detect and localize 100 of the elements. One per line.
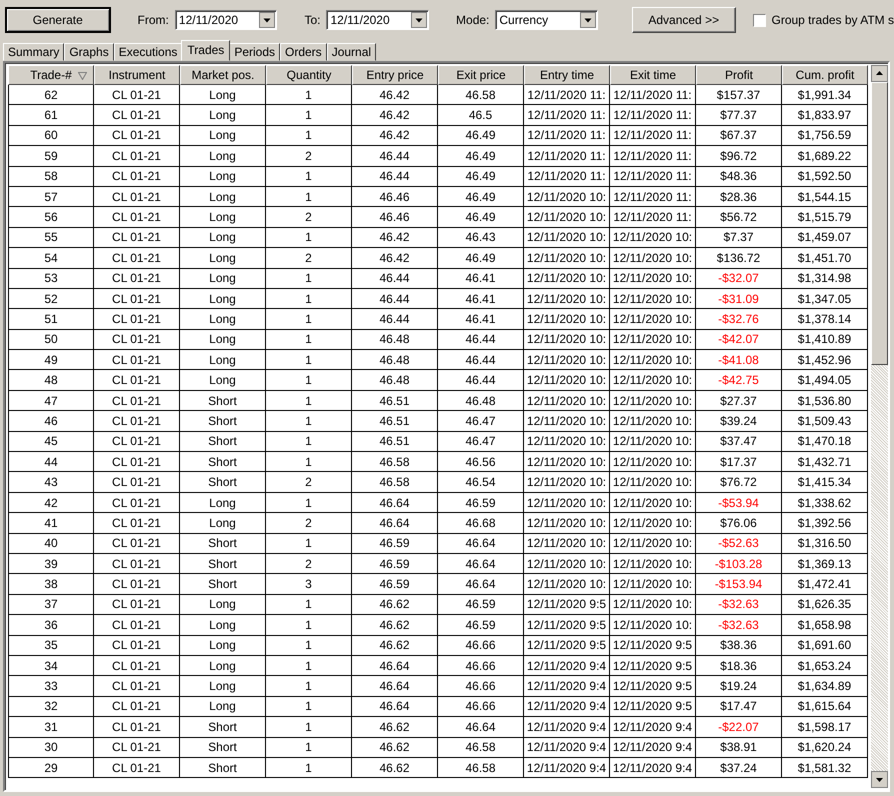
- table-cell: 12/11/2020 9:4: [524, 717, 610, 738]
- table-cell: $1,369.13: [782, 554, 868, 574]
- table-cell: 1: [266, 676, 352, 697]
- table-cell: $1,347.05: [782, 288, 868, 310]
- tab[interactable]: Graphs: [64, 43, 114, 61]
- table-cell: 46.59: [438, 492, 524, 514]
- table-cell: 12/11/2020 11:: [610, 105, 696, 126]
- table-cell: 46.49: [438, 186, 524, 208]
- column-header[interactable]: Entry time: [524, 65, 610, 85]
- table-cell: 1: [266, 696, 352, 718]
- tab[interactable]: Trades: [181, 40, 230, 61]
- column-header[interactable]: Quantity: [266, 65, 352, 85]
- vertical-scrollbar[interactable]: [871, 65, 888, 788]
- table-cell: 12/11/2020 9:5: [610, 676, 696, 697]
- table-cell: 1: [266, 105, 352, 126]
- table-cell: Long: [180, 594, 266, 616]
- table-cell: 12/11/2020 10:: [524, 554, 610, 574]
- table-cell: 12/11/2020 10:: [610, 554, 696, 574]
- column-header[interactable]: Exit time: [610, 65, 696, 85]
- scroll-thumb[interactable]: [871, 82, 888, 365]
- column-header[interactable]: Cum. profit: [782, 65, 868, 85]
- table-cell: 12/11/2020 10:: [524, 207, 610, 228]
- table-cell: $1,626.35: [782, 594, 868, 616]
- table-cell: 1: [266, 390, 352, 412]
- table-cell: $1,470.18: [782, 432, 868, 452]
- table-cell: 12/11/2020 9:5: [610, 656, 696, 676]
- tab[interactable]: Summary: [3, 43, 64, 61]
- table-cell: 12/11/2020 10:: [610, 492, 696, 514]
- table-cell: 2: [266, 146, 352, 167]
- table-cell: 1: [266, 330, 352, 350]
- table-cell: 12/11/2020 11:: [524, 146, 610, 167]
- table-cell: Short: [180, 717, 266, 738]
- table-cell: 59: [8, 146, 94, 167]
- checkbox[interactable]: [752, 14, 766, 26]
- table-cell: 46.59: [352, 534, 438, 554]
- tab[interactable]: Journal: [326, 43, 376, 61]
- table-cell: 12/11/2020 9:4: [610, 738, 696, 758]
- generate-button[interactable]: Generate: [5, 7, 111, 33]
- table-cell: 46.42: [352, 85, 438, 106]
- table-cell: 12/11/2020 10:: [610, 330, 696, 350]
- table-cell: Long: [180, 330, 266, 350]
- table-cell: 12/11/2020 10:: [610, 534, 696, 554]
- tab[interactable]: Orders: [280, 43, 327, 61]
- table-cell: 12/11/2020 9:5: [524, 594, 610, 616]
- table-cell: 46.42: [352, 248, 438, 269]
- column-header[interactable]: Market pos.: [180, 65, 266, 85]
- from-date-dropdown[interactable]: 12/11/2020: [174, 10, 278, 30]
- column-header[interactable]: Exit price: [438, 65, 524, 85]
- table-cell: $1,991.34: [782, 85, 868, 106]
- table-cell: $1,620.24: [782, 738, 868, 758]
- column-header[interactable]: Profit: [696, 65, 782, 85]
- table-cell: Long: [180, 268, 266, 289]
- table-cell: 12/11/2020 10:: [524, 452, 610, 472]
- table-cell: $1,615.64: [782, 696, 868, 718]
- table-cell: 3: [266, 574, 352, 595]
- table-cell: -$53.94: [696, 492, 782, 514]
- table-cell: $1,314.98: [782, 268, 868, 289]
- table-cell: 12/11/2020 10:: [610, 390, 696, 412]
- table-cell: -$31.09: [696, 288, 782, 310]
- table-cell: CL 01-21: [94, 472, 180, 493]
- column-header[interactable]: Entry price: [352, 65, 438, 85]
- advanced-button[interactable]: Advanced >>: [632, 7, 736, 33]
- table-cell: 46.49: [438, 146, 524, 167]
- column-header[interactable]: Instrument: [94, 65, 180, 85]
- table-cell: 54: [8, 248, 94, 269]
- table-cell: 12/11/2020 10:: [524, 370, 610, 391]
- table-cell: 12/11/2020 9:4: [524, 758, 610, 778]
- table-cell: 46.46: [352, 207, 438, 228]
- table-cell: 46.48: [438, 390, 524, 412]
- table-cell: Short: [180, 411, 266, 432]
- table-cell: 50: [8, 330, 94, 350]
- table-cell: 12/11/2020 10:: [524, 309, 610, 330]
- table-cell: CL 01-21: [94, 636, 180, 656]
- table-cell: 46.64: [438, 554, 524, 574]
- table-cell: 55: [8, 228, 94, 248]
- table-cell: 12/11/2020 10:: [610, 248, 696, 269]
- tab[interactable]: Periods: [229, 43, 280, 61]
- table-cell: 12/11/2020 11:: [524, 126, 610, 146]
- tab[interactable]: Executions: [114, 43, 182, 61]
- to-date-dropdown[interactable]: 12/11/2020: [326, 10, 430, 30]
- table-cell: 12/11/2020 10:: [610, 574, 696, 595]
- table-cell: 46.5: [438, 105, 524, 126]
- column-header[interactable]: Trade-#: [8, 65, 94, 85]
- table-cell: 46.62: [352, 615, 438, 636]
- table-cell: 12/11/2020 11:: [524, 105, 610, 126]
- sort-arrow-icon: [78, 72, 87, 80]
- table-cell: $96.72: [696, 146, 782, 167]
- table-cell: 46.49: [438, 207, 524, 228]
- table-cell: CL 01-21: [94, 452, 180, 472]
- table-cell: $18.36: [696, 656, 782, 676]
- table-cell: $37.47: [696, 432, 782, 452]
- table-cell: $56.72: [696, 207, 782, 228]
- table-cell: 46.62: [352, 594, 438, 616]
- table-cell: $19.24: [696, 676, 782, 697]
- table-cell: 46.51: [352, 390, 438, 412]
- table-cell: 12/11/2020 10:: [610, 452, 696, 472]
- mode-dropdown[interactable]: Currency: [495, 10, 598, 30]
- table-cell: 12/11/2020 10:: [524, 228, 610, 248]
- table-cell: CL 01-21: [94, 288, 180, 310]
- table-cell: 57: [8, 186, 94, 208]
